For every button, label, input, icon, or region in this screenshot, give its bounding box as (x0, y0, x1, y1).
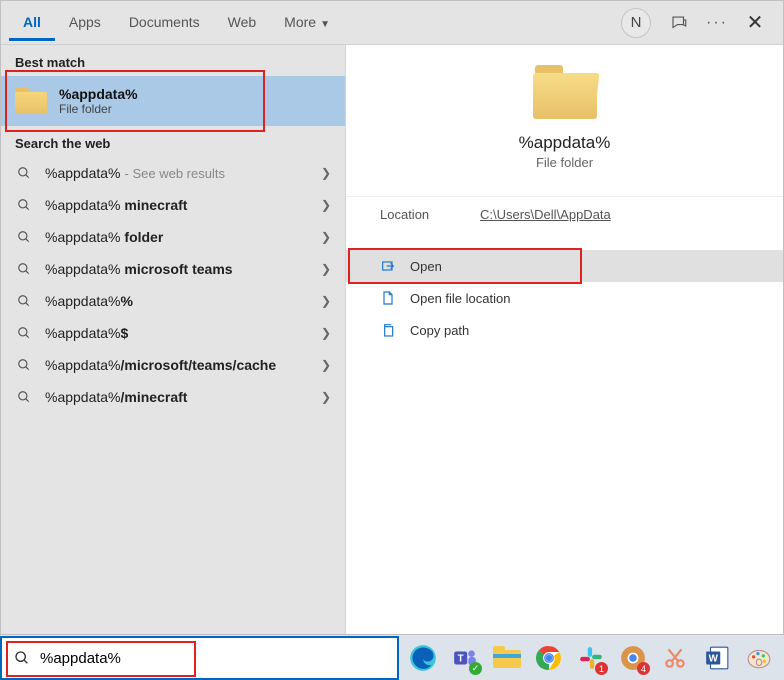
search-icon (15, 326, 33, 340)
teams-icon[interactable]: T✓ (449, 642, 481, 674)
suggestion-text: %appdata%- See web results (45, 165, 309, 181)
tab-web[interactable]: Web (214, 4, 271, 41)
file-location-icon (380, 290, 396, 306)
chrome-icon[interactable] (533, 642, 565, 674)
suggestion-item[interactable]: %appdata%/microsoft/teams/cache ❯ (1, 349, 345, 381)
best-match-result[interactable]: %appdata% File folder (1, 76, 345, 126)
slack-icon[interactable]: 1 (575, 642, 607, 674)
suggestion-text: %appdata%$ (45, 325, 309, 341)
chevron-right-icon: ❯ (321, 230, 331, 244)
folder-icon (533, 65, 597, 119)
action-label: Open (410, 259, 442, 274)
snip-icon[interactable] (659, 642, 691, 674)
tab-more[interactable]: More▼ (270, 4, 344, 41)
chevron-right-icon: ❯ (321, 198, 331, 212)
results-panel: Best match %appdata% File folder Search … (1, 45, 345, 634)
search-icon (15, 358, 33, 372)
best-match-title: %appdata% (59, 86, 138, 102)
chevron-right-icon: ❯ (321, 294, 331, 308)
chevron-right-icon: ❯ (321, 326, 331, 340)
header-actions: N ··· ✕ (621, 8, 775, 38)
close-icon[interactable]: ✕ (745, 13, 765, 33)
svg-text:W: W (709, 653, 719, 664)
tab-documents[interactable]: Documents (115, 4, 214, 41)
search-icon (15, 230, 33, 244)
chevron-right-icon: ❯ (321, 390, 331, 404)
best-match-header: Best match (1, 45, 345, 76)
preview-header: %appdata% File folder (346, 65, 783, 196)
search-icon (14, 650, 30, 666)
tab-apps[interactable]: Apps (55, 4, 115, 41)
open-icon (380, 258, 396, 274)
chevron-right-icon: ❯ (321, 166, 331, 180)
suggestion-item[interactable]: %appdata%- See web results ❯ (1, 157, 345, 189)
feedback-icon[interactable] (669, 13, 689, 33)
suggestion-text: %appdata% minecraft (45, 197, 309, 213)
suggestion-text: %appdata%/microsoft/teams/cache (45, 357, 309, 373)
preview-title: %appdata% (519, 133, 611, 153)
location-label: Location (380, 207, 480, 222)
taskbar: T✓ 1 4 W (0, 636, 784, 680)
svg-text:T: T (458, 653, 464, 664)
suggestion-text: %appdata% microsoft teams (45, 261, 309, 277)
suggestion-item[interactable]: %appdata%$ ❯ (1, 317, 345, 349)
preview-panel: %appdata% File folder Location C:\Users\… (345, 45, 783, 634)
suggestion-text: %appdata% folder (45, 229, 309, 245)
action-open-location[interactable]: Open file location (346, 282, 783, 314)
user-avatar[interactable]: N (621, 8, 651, 38)
copy-icon (380, 322, 396, 338)
preview-subtitle: File folder (536, 155, 593, 170)
taskbar-apps: T✓ 1 4 W (399, 642, 775, 674)
search-icon (15, 294, 33, 308)
action-copy-path[interactable]: Copy path (346, 314, 783, 346)
action-label: Copy path (410, 323, 469, 338)
chevron-down-icon: ▼ (320, 19, 330, 30)
search-input[interactable] (40, 650, 385, 667)
more-icon[interactable]: ··· (707, 13, 727, 33)
taskbar-search[interactable] (0, 636, 399, 680)
word-icon[interactable]: W (701, 642, 733, 674)
search-icon (15, 198, 33, 212)
file-explorer-icon[interactable] (491, 642, 523, 674)
folder-icon (15, 88, 47, 114)
location-link[interactable]: C:\Users\Dell\AppData (480, 207, 611, 222)
suggestion-text: %appdata%% (45, 293, 309, 309)
chrome-canary-icon[interactable]: 4 (617, 642, 649, 674)
tab-all[interactable]: All (9, 4, 55, 41)
chevron-right-icon: ❯ (321, 262, 331, 276)
search-web-header: Search the web (1, 126, 345, 157)
suggestion-item[interactable]: %appdata%% ❯ (1, 285, 345, 317)
location-row: Location C:\Users\Dell\AppData (346, 196, 783, 250)
content-area: Best match %appdata% File folder Search … (1, 45, 783, 634)
suggestion-item[interactable]: %appdata% minecraft ❯ (1, 189, 345, 221)
suggestion-text: %appdata%/minecraft (45, 389, 309, 405)
search-icon (15, 390, 33, 404)
suggestion-item[interactable]: %appdata% folder ❯ (1, 221, 345, 253)
suggestion-item[interactable]: %appdata% microsoft teams ❯ (1, 253, 345, 285)
action-open[interactable]: Open (346, 250, 783, 282)
filter-tabs: All Apps Documents Web More▼ N ··· ✕ (1, 1, 783, 45)
chevron-right-icon: ❯ (321, 358, 331, 372)
suggestion-item[interactable]: %appdata%/minecraft ❯ (1, 381, 345, 413)
action-label: Open file location (410, 291, 510, 306)
search-window: All Apps Documents Web More▼ N ··· ✕ Bes… (0, 0, 784, 635)
paint-icon[interactable] (743, 642, 775, 674)
best-match-subtitle: File folder (59, 102, 138, 116)
edge-icon[interactable] (407, 642, 439, 674)
search-icon (15, 166, 33, 180)
search-icon (15, 262, 33, 276)
